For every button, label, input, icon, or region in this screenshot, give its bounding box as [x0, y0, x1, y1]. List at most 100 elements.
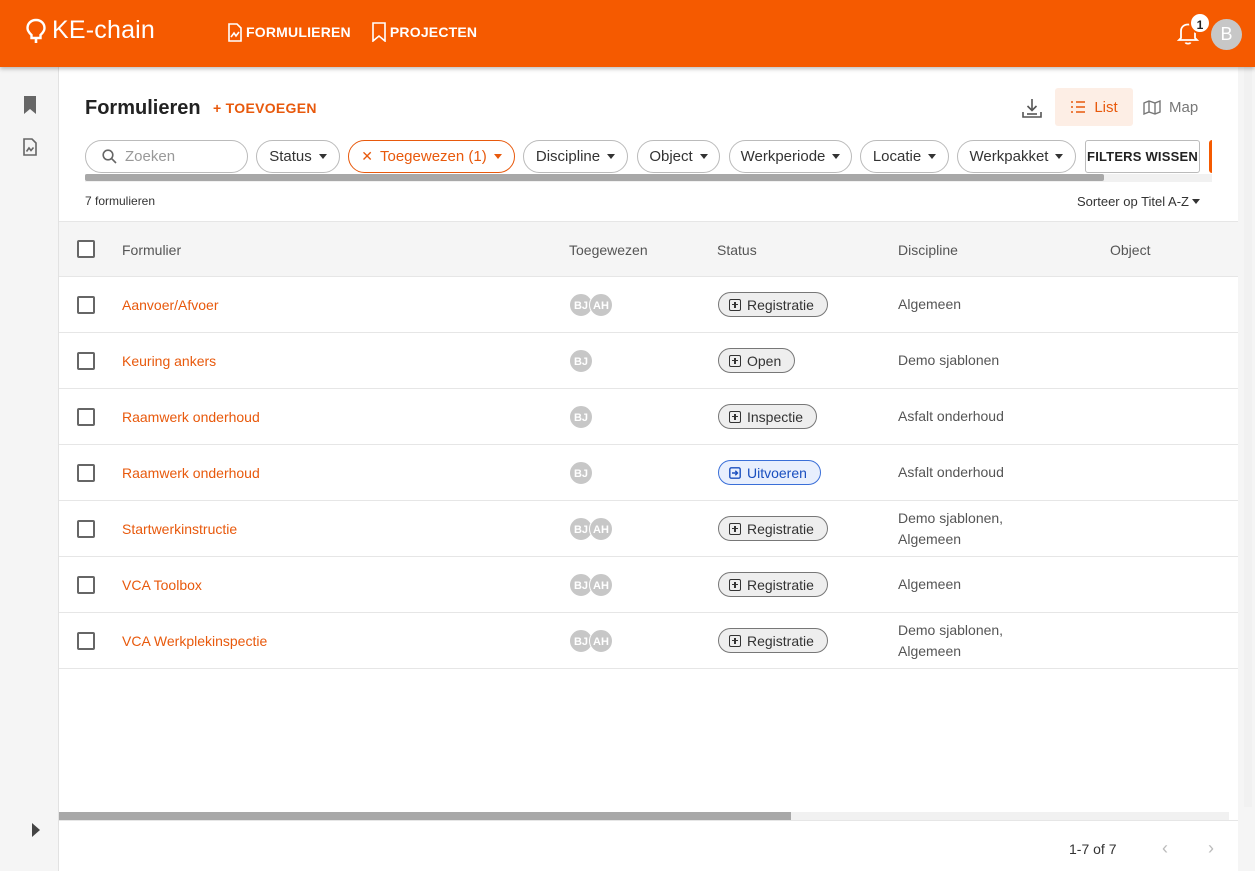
row-checkbox[interactable]	[77, 352, 95, 370]
nav-projecten[interactable]: PROJECTEN	[371, 22, 477, 42]
status-badge: Uitvoeren	[718, 460, 821, 485]
select-all-checkbox[interactable]	[77, 240, 95, 258]
bookmark-filled-icon[interactable]	[22, 96, 38, 114]
table-row[interactable]: Aanvoer/Afvoer BJ AH Registratie Algemee…	[59, 277, 1238, 333]
clear-filter-icon[interactable]: ✕	[361, 148, 373, 165]
status-badge: Open	[718, 348, 796, 373]
assignee-avatar: AH	[589, 629, 613, 653]
row-checkbox[interactable]	[77, 520, 95, 538]
expand-rail-icon[interactable]	[30, 821, 42, 839]
overflow-chip[interactable]	[1209, 140, 1212, 173]
discipline-line: Demo sjablonen	[898, 352, 1000, 368]
filter-discipline[interactable]: Discipline	[523, 140, 628, 173]
filter-discipline-label: Discipline	[535, 148, 601, 165]
table-row[interactable]: Raamwerk onderhoud BJ Uitvoeren Asfalt o…	[59, 445, 1238, 501]
search-input[interactable]	[125, 148, 235, 165]
form-title-link[interactable]: Startwerkinstructie	[122, 521, 237, 537]
table-row[interactable]: Raamwerk onderhoud BJ Inspectie Asfalt o…	[59, 389, 1238, 445]
filter-werkpakket[interactable]: Werkpakket	[957, 140, 1076, 173]
column-toegewezen[interactable]: Toegewezen	[569, 242, 648, 258]
status-badge: Registratie	[718, 292, 828, 317]
form-document-icon[interactable]	[22, 138, 38, 156]
status-label: Registratie	[747, 576, 814, 593]
filter-toegewezen-label: Toegewezen (1)	[380, 148, 487, 165]
discipline-cell: Demo sjablonen, Algemeen	[898, 508, 1058, 550]
table-row[interactable]: VCA Werkplekinspectie BJ AH Registratie …	[59, 613, 1238, 669]
filter-status[interactable]: Status	[256, 140, 340, 173]
filter-werkperiode-label: Werkperiode	[740, 148, 826, 165]
status-label: Registratie	[747, 296, 814, 313]
status-label: Open	[747, 352, 782, 369]
notification-badge: 1	[1189, 12, 1211, 34]
search-box[interactable]	[85, 140, 248, 173]
caret-down-icon	[1192, 199, 1200, 204]
filter-scrollbar-thumb[interactable]	[85, 174, 1104, 181]
assignee-avatar: BJ	[569, 461, 593, 485]
assignee-avatars: BJ AH	[569, 293, 613, 317]
column-formulier[interactable]: Formulier	[122, 242, 181, 258]
form-title-link[interactable]: Raamwerk onderhoud	[122, 465, 260, 481]
user-avatar[interactable]: B	[1211, 19, 1242, 50]
caret-down-icon	[1055, 154, 1064, 159]
next-page-button[interactable]: ›	[1201, 838, 1221, 858]
table-row[interactable]: Startwerkinstructie BJ AH Registratie De…	[59, 501, 1238, 557]
filter-locatie[interactable]: Locatie	[860, 140, 949, 173]
column-object[interactable]: Object	[1110, 242, 1150, 258]
prev-page-button[interactable]: ‹	[1155, 838, 1175, 858]
form-title-link[interactable]: Raamwerk onderhoud	[122, 409, 260, 425]
assignee-avatar: AH	[589, 573, 613, 597]
row-checkbox[interactable]	[77, 408, 95, 426]
sort-dropdown[interactable]: Sorteer op Titel A-Z	[1077, 194, 1200, 209]
side-rail	[0, 67, 59, 871]
add-form-button[interactable]: + TOEVOEGEN	[213, 100, 317, 116]
status-label: Inspectie	[747, 408, 804, 425]
assignee-avatar: BJ	[569, 405, 593, 429]
form-title-link[interactable]: VCA Toolbox	[122, 577, 202, 593]
table-row[interactable]: Keuring ankers BJ Open Demo sjablonen	[59, 333, 1238, 389]
discipline-line: Asfalt onderhoud	[898, 464, 1004, 480]
plus-box-icon	[729, 298, 741, 311]
table-scrollbar-thumb[interactable]	[59, 812, 791, 820]
clear-filters-button[interactable]: FILTERS WISSEN	[1085, 140, 1200, 173]
status-badge: Registratie	[718, 572, 828, 597]
sort-label: Sorteer op Titel A-Z	[1077, 194, 1189, 209]
form-title-link[interactable]: Keuring ankers	[122, 353, 216, 369]
form-title-link[interactable]: VCA Werkplekinspectie	[122, 633, 267, 649]
assignee-avatars: BJ	[569, 461, 593, 485]
download-icon[interactable]	[1021, 97, 1043, 119]
caret-down-icon	[493, 154, 502, 159]
assignee-avatars: BJ AH	[569, 517, 613, 541]
discipline-line: Asfalt onderhoud	[898, 408, 1004, 424]
app-name: KE-chain	[52, 16, 156, 44]
table-row[interactable]: VCA Toolbox BJ AH Registratie Algemeen	[59, 557, 1238, 613]
discipline-cell: Demo sjablonen, Algemeen	[898, 620, 1058, 662]
row-checkbox[interactable]	[77, 464, 95, 482]
discipline-cell: Demo sjablonen	[898, 350, 1058, 371]
status-label: Registratie	[747, 632, 814, 649]
row-checkbox[interactable]	[77, 632, 95, 650]
view-list-button[interactable]: List	[1055, 88, 1133, 126]
page-scrollbar-thumb[interactable]	[1244, 67, 1252, 807]
brand-logo[interactable]: KE-chain	[26, 16, 155, 45]
discipline-line: Algemeen	[898, 531, 962, 547]
form-title-link[interactable]: Aanvoer/Afvoer	[122, 297, 219, 313]
filter-werkperiode[interactable]: Werkperiode	[729, 140, 852, 173]
discipline-line: Demo sjablonen,	[898, 510, 1004, 526]
row-checkbox[interactable]	[77, 296, 95, 314]
page-title: Formulieren	[85, 97, 201, 119]
nav-formulieren[interactable]: FORMULIEREN	[227, 22, 351, 42]
status-badge: Inspectie	[718, 404, 818, 429]
assignee-avatar: BJ	[569, 349, 593, 373]
view-map-button[interactable]: Map	[1143, 88, 1203, 126]
assignee-avatars: BJ AH	[569, 573, 613, 597]
filter-object[interactable]: Object	[637, 140, 720, 173]
column-discipline[interactable]: Discipline	[898, 242, 958, 258]
filter-status-label: Status	[269, 148, 312, 165]
caret-down-icon	[928, 154, 937, 159]
column-status[interactable]: Status	[717, 242, 757, 258]
filter-toegewezen[interactable]: ✕ Toegewezen (1)	[348, 140, 515, 173]
caret-down-icon	[318, 154, 327, 159]
row-checkbox[interactable]	[77, 576, 95, 594]
table-footer: 1-7 of 7 ‹ ›	[59, 820, 1238, 871]
plus-box-icon	[729, 578, 741, 591]
